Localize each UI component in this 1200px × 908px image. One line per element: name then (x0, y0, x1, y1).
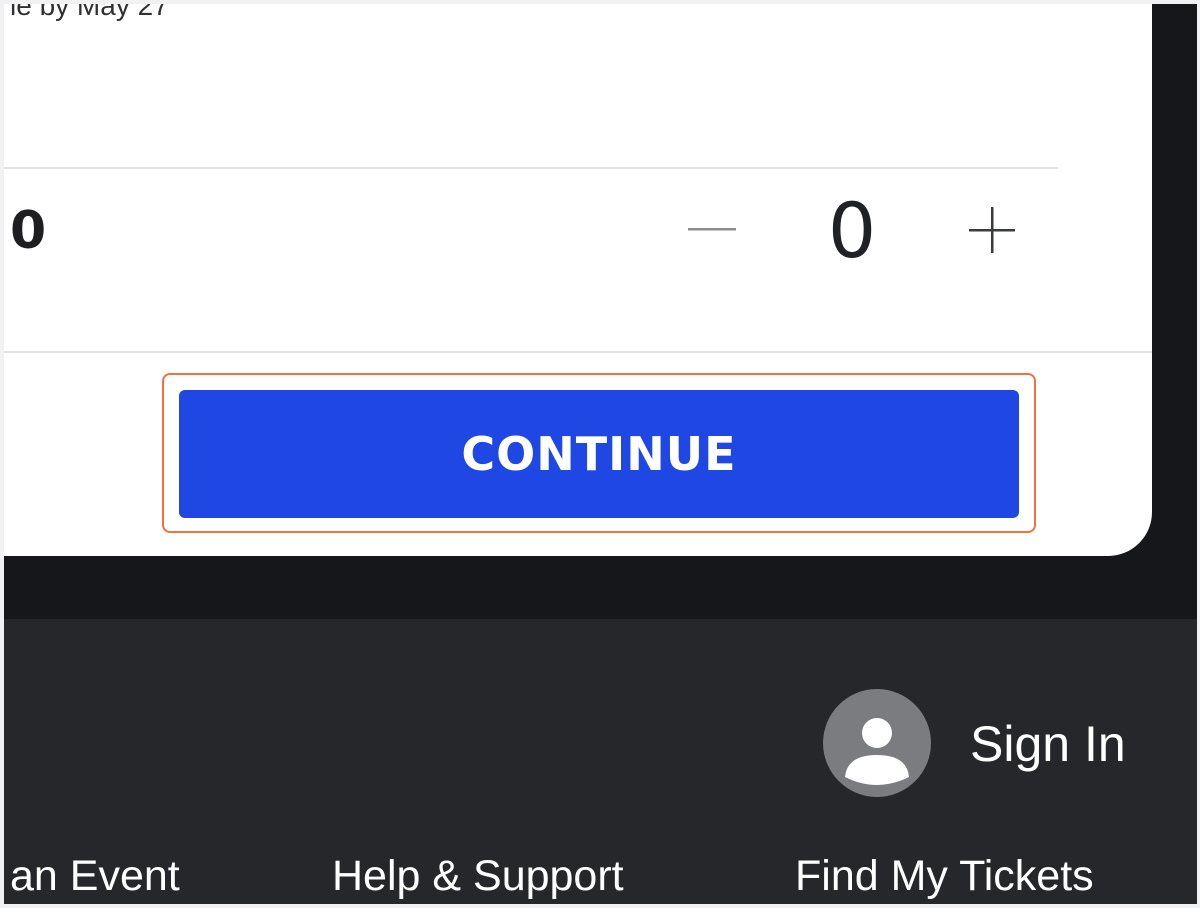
sign-in-link[interactable]: Sign In (970, 714, 1126, 774)
sale-ends-text: le by May 27 (10, 4, 169, 21)
footer-link-help-support[interactable]: Help & Support (332, 851, 624, 901)
minus-icon (688, 228, 736, 231)
divider (4, 351, 1152, 353)
quantity-increase-button[interactable] (962, 200, 1022, 260)
site-footer: Sign In an Event Help & Support Find My … (4, 619, 1197, 904)
footer-link-event[interactable]: an Event (10, 851, 180, 901)
person-silhouette-icon (845, 718, 909, 785)
quantity-value: 0 (827, 186, 877, 275)
continue-button[interactable]: CONTINUE (179, 390, 1019, 518)
plus-icon (969, 207, 1015, 253)
divider (4, 167, 1058, 169)
page-viewport: le by May 27 0 0 CONTINUE Sign In an Eve… (4, 4, 1197, 904)
ticket-card: le by May 27 0 0 CONTINUE (4, 4, 1152, 556)
footer-link-find-my-tickets[interactable]: Find My Tickets (795, 851, 1094, 901)
quantity-decrease-button[interactable] (682, 200, 742, 260)
user-icon[interactable] (823, 689, 931, 797)
ticket-price: 0 (10, 201, 47, 261)
